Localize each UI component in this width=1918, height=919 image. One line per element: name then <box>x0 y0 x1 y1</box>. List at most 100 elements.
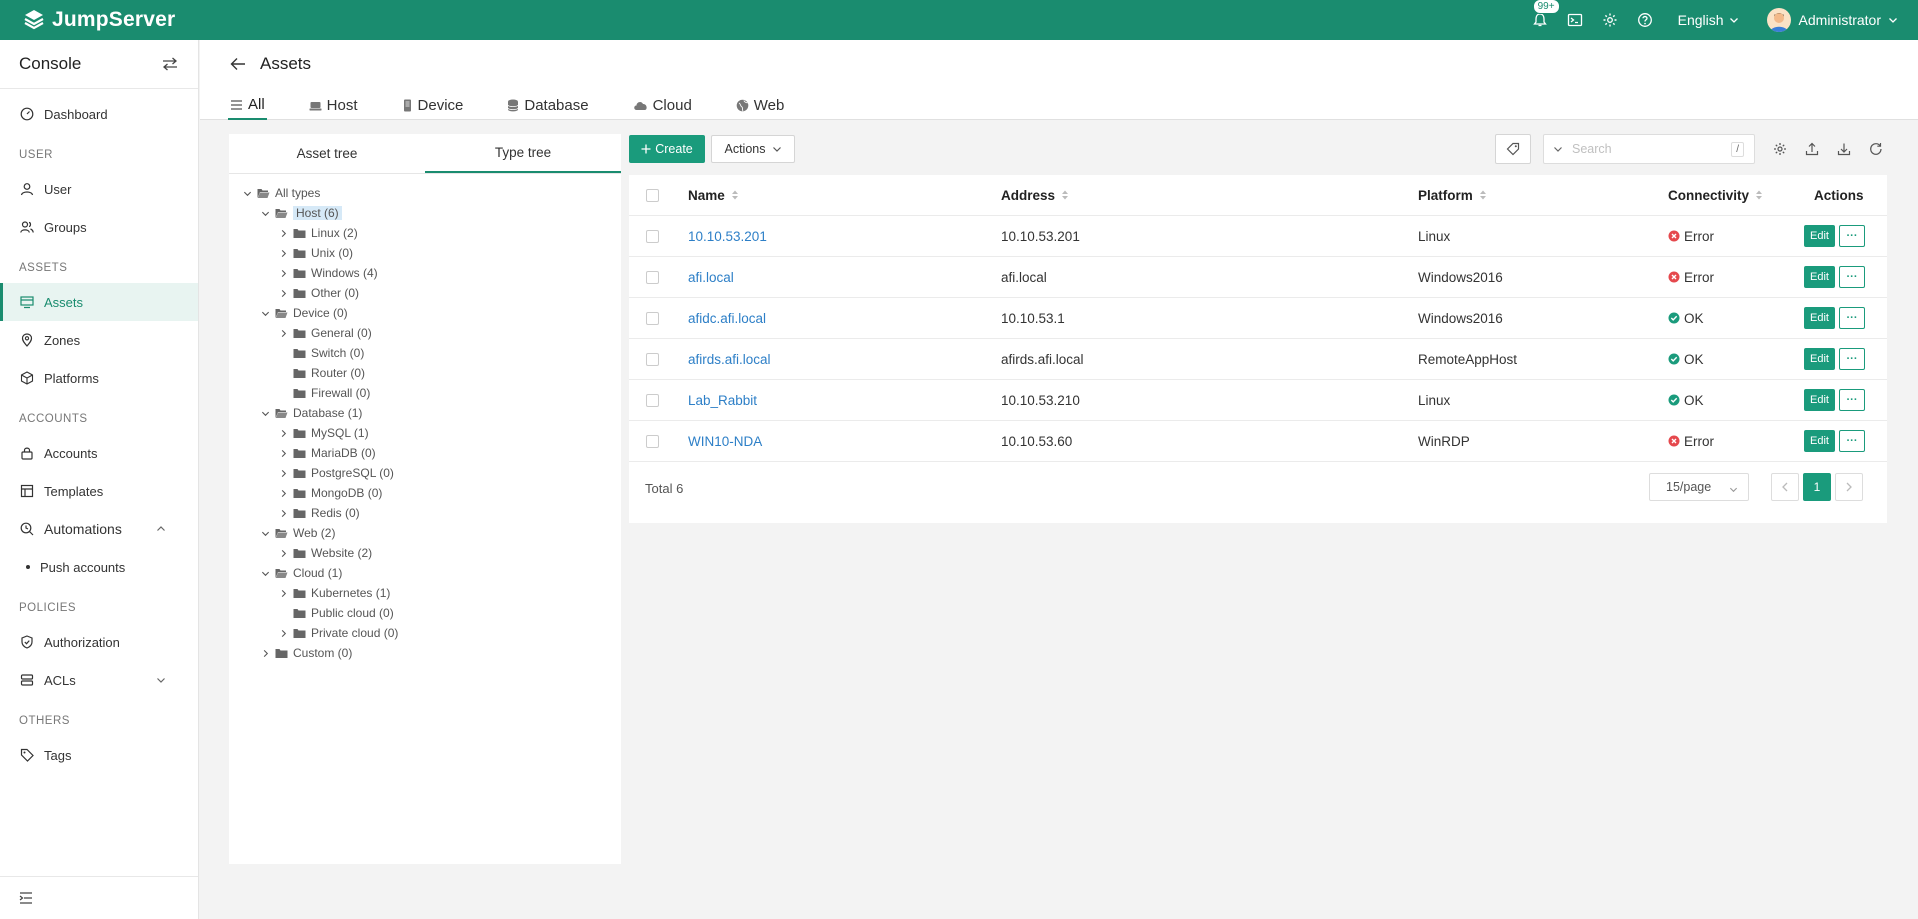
search-field-dropdown[interactable] <box>1544 144 1572 154</box>
more-actions-button[interactable]: ··· <box>1839 348 1865 370</box>
help-button[interactable] <box>1634 9 1656 31</box>
asset-name-link[interactable]: afirds.afi.local <box>688 352 771 367</box>
more-actions-button[interactable]: ··· <box>1839 225 1865 247</box>
chevron-right-icon[interactable] <box>277 489 289 498</box>
sidebar-item-templates[interactable]: Templates <box>0 472 198 510</box>
sidebar-item-user[interactable]: User <box>0 170 198 208</box>
tab-database[interactable]: Database <box>505 91 590 120</box>
tab-type-tree[interactable]: Type tree <box>425 134 621 173</box>
tree-node[interactable]: Public cloud (0) <box>277 604 394 622</box>
search-box[interactable]: / <box>1543 134 1755 164</box>
tree-node[interactable]: Website (2) <box>277 544 372 562</box>
tree-node[interactable]: Cloud (1) <box>259 564 342 582</box>
more-actions-button[interactable]: ··· <box>1839 430 1865 452</box>
page-button-current[interactable]: 1 <box>1803 473 1831 501</box>
tree-node[interactable]: Windows (4) <box>277 264 378 282</box>
tree-node[interactable]: Unix (0) <box>277 244 353 262</box>
column-header-address[interactable]: Address <box>1001 175 1069 215</box>
user-menu[interactable]: Administrator <box>1766 8 1898 32</box>
chevron-right-icon[interactable] <box>277 589 289 598</box>
row-checkbox[interactable] <box>646 434 659 448</box>
chevron-right-icon[interactable] <box>277 449 289 458</box>
create-button[interactable]: Create <box>629 135 705 163</box>
sidebar-item-automations[interactable]: Automations <box>0 510 198 548</box>
tree-node[interactable]: Kubernetes (1) <box>277 584 390 602</box>
tab-host[interactable]: Host <box>307 91 360 120</box>
column-header-platform[interactable]: Platform <box>1418 175 1487 215</box>
sidebar-item-authorization[interactable]: Authorization <box>0 623 198 661</box>
tree-node[interactable]: MongoDB (0) <box>277 484 382 502</box>
more-actions-button[interactable]: ··· <box>1839 266 1865 288</box>
tree-node[interactable]: Linux (2) <box>277 224 358 242</box>
tree-node[interactable]: General (0) <box>277 324 372 342</box>
sidebar-item-groups[interactable]: Groups <box>0 208 198 246</box>
tree-node[interactable]: Custom (0) <box>259 644 352 662</box>
more-actions-button[interactable]: ··· <box>1839 389 1865 411</box>
edit-button[interactable]: Edit <box>1804 348 1835 370</box>
chevron-right-icon[interactable] <box>277 469 289 478</box>
tab-device[interactable]: Device <box>400 91 466 120</box>
back-arrow-icon[interactable] <box>230 57 246 71</box>
sidebar-item-accounts[interactable]: Accounts <box>0 434 198 472</box>
asset-name-link[interactable]: WIN10-NDA <box>688 434 762 449</box>
tab-web[interactable]: Web <box>734 91 787 120</box>
tree-node[interactable]: Firewall (0) <box>277 384 370 402</box>
chevron-right-icon[interactable] <box>259 649 271 658</box>
chevron-right-icon[interactable] <box>277 269 289 278</box>
column-header-name[interactable]: Name <box>688 175 739 215</box>
more-actions-button[interactable]: ··· <box>1839 307 1865 329</box>
chevron-right-icon[interactable] <box>277 289 289 298</box>
row-checkbox[interactable] <box>646 352 659 366</box>
tree-node[interactable]: PostgreSQL (0) <box>277 464 394 482</box>
tree-node[interactable]: Device (0) <box>259 304 348 322</box>
tree-node[interactable]: Redis (0) <box>277 504 360 522</box>
edit-button[interactable]: Edit <box>1804 266 1835 288</box>
tree-node[interactable]: Database (1) <box>259 404 362 422</box>
sidebar-item-dashboard[interactable]: Dashboard <box>0 95 198 133</box>
tree-node[interactable]: All types <box>241 184 320 202</box>
chevron-down-icon[interactable] <box>259 529 271 538</box>
sidebar-item-push-accounts[interactable]: Push accounts <box>0 548 198 586</box>
chevron-down-icon[interactable] <box>241 189 253 198</box>
sidebar-item-assets[interactable]: Assets <box>0 283 198 321</box>
web-terminal-button[interactable] <box>1564 9 1586 31</box>
chevron-right-icon[interactable] <box>277 629 289 638</box>
chevron-right-icon[interactable] <box>277 229 289 238</box>
chevron-right-icon[interactable] <box>277 429 289 438</box>
tree-node[interactable]: Host (6) <box>259 204 342 222</box>
app-logo[interactable]: JumpServer <box>22 8 175 32</box>
tab-cloud[interactable]: Cloud <box>631 91 694 120</box>
tree-node[interactable]: Private cloud (0) <box>277 624 398 642</box>
sidebar-item-zones[interactable]: Zones <box>0 321 198 359</box>
select-all-checkbox[interactable] <box>646 188 659 202</box>
page-size-select[interactable]: 15/page <box>1649 473 1749 501</box>
sidebar-item-tags[interactable]: Tags <box>0 736 198 774</box>
settings-button[interactable] <box>1599 9 1621 31</box>
edit-button[interactable]: Edit <box>1804 225 1835 247</box>
notifications-button[interactable]: 99+ <box>1529 0 1560 31</box>
chevron-down-icon[interactable] <box>259 409 271 418</box>
chevron-down-icon[interactable] <box>259 569 271 578</box>
prev-page-button[interactable] <box>1771 473 1799 501</box>
row-checkbox[interactable] <box>646 393 659 407</box>
tree-node[interactable]: Other (0) <box>277 284 359 302</box>
row-checkbox[interactable] <box>646 311 659 325</box>
search-input[interactable] <box>1572 142 1722 156</box>
column-settings-button[interactable] <box>1771 140 1789 158</box>
tree-node[interactable]: Web (2) <box>259 524 335 542</box>
refresh-button[interactable] <box>1867 140 1885 158</box>
next-page-button[interactable] <box>1835 473 1863 501</box>
edit-button[interactable]: Edit <box>1804 307 1835 329</box>
tree-node[interactable]: Router (0) <box>277 364 365 382</box>
chevron-right-icon[interactable] <box>277 329 289 338</box>
column-header-connectivity[interactable]: Connectivity <box>1668 175 1763 215</box>
row-checkbox[interactable] <box>646 270 659 284</box>
switch-view-icon[interactable] <box>162 57 178 71</box>
chevron-down-icon[interactable] <box>259 309 271 318</box>
tab-asset-tree[interactable]: Asset tree <box>229 134 425 173</box>
asset-name-link[interactable]: Lab_Rabbit <box>688 393 757 408</box>
export-button[interactable] <box>1803 140 1821 158</box>
tree-node[interactable]: MySQL (1) <box>277 424 369 442</box>
chevron-right-icon[interactable] <box>277 509 289 518</box>
actions-dropdown[interactable]: Actions <box>711 135 795 163</box>
